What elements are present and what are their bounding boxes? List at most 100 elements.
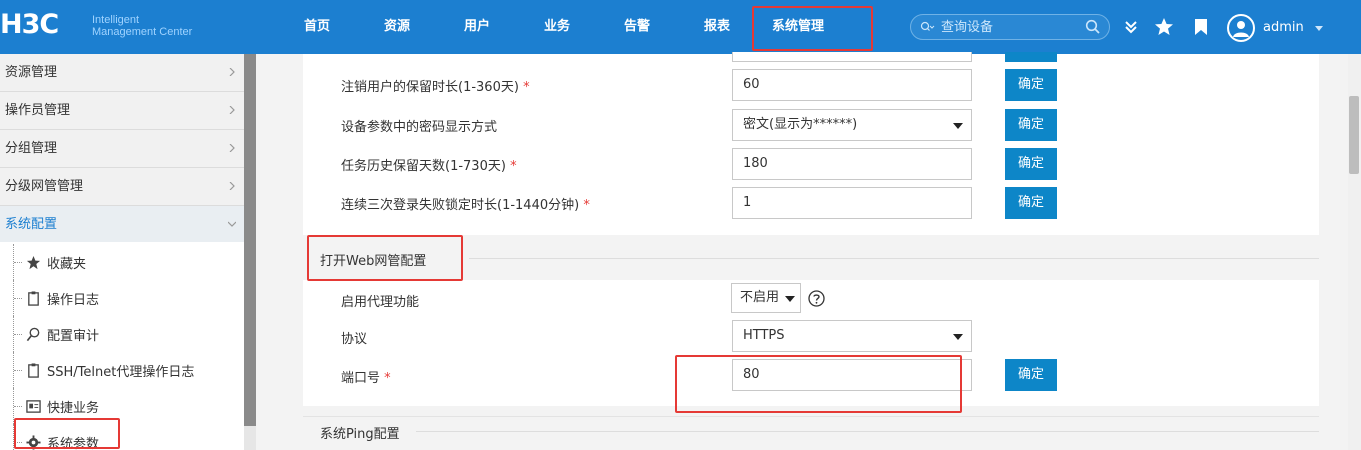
protocol-label: 协议 xyxy=(341,332,368,347)
section-divider xyxy=(469,258,1319,259)
partial-field-above[interactable] xyxy=(732,52,972,62)
section-divider xyxy=(416,431,1319,432)
sidebar-subitem-label: 配置审计 xyxy=(47,329,100,344)
sidebar-subitem-config-audit[interactable]: 配置审计 xyxy=(0,316,244,352)
enable-proxy-select[interactable]: 不启用 xyxy=(731,283,801,313)
nav-alarms[interactable]: 告警 xyxy=(623,0,651,54)
required-marker: * xyxy=(510,159,517,174)
main-scrollbar[interactable] xyxy=(1348,54,1361,450)
nav-home[interactable]: 首页 xyxy=(303,0,331,54)
protocol-value: HTTPS xyxy=(743,328,785,343)
lockout-duration-label-text: 连续三次登录失败锁定时长(1-1440分钟) xyxy=(341,198,580,213)
task-history-input[interactable]: 180 xyxy=(732,148,972,180)
sidebar-item-group-management[interactable]: 分组管理 xyxy=(0,130,244,168)
password-display-label: 设备参数中的密码显示方式 xyxy=(341,120,498,135)
logo-mark: H3C xyxy=(0,9,59,40)
retention-label-text: 注销用户的保留时长(1-360天) xyxy=(341,80,519,95)
tree-tick xyxy=(14,334,22,335)
logo-line-1: Intelligent xyxy=(92,14,140,26)
tree-tick xyxy=(14,370,22,371)
task-history-label-text: 任务历史保留天数(1-730天) xyxy=(341,159,506,174)
partial-confirm-button-above[interactable] xyxy=(1005,52,1057,62)
general-settings-panel: 注销用户的保留时长(1-360天) * 60 确定 设备参数中的密码显示方式 密… xyxy=(303,52,1319,235)
task-history-label: 任务历史保留天数(1-730天) * xyxy=(341,155,517,174)
audit-search-icon xyxy=(26,327,40,342)
sidebar-item-hierarchical-nms[interactable]: 分级网管管理 xyxy=(0,168,244,206)
task-history-confirm-button[interactable]: 确定 xyxy=(1005,148,1057,180)
ping-section xyxy=(303,416,1319,450)
help-icon[interactable] xyxy=(808,290,825,307)
logo-line-2: Management Center xyxy=(92,26,193,38)
sidebar-scrollbar[interactable] xyxy=(244,54,256,450)
dropdown-caret-icon xyxy=(953,123,963,129)
tree-tick xyxy=(14,406,22,407)
chevron-right-icon xyxy=(229,182,235,190)
sidebar: 资源管理 操作员管理 分组管理 分级网管管理 系统配置 收藏夹 操作日志 配置审… xyxy=(0,54,244,450)
lockout-duration-input[interactable]: 1 xyxy=(732,187,972,219)
sidebar-subitem-favorites[interactable]: 收藏夹 xyxy=(0,244,244,280)
sidebar-item-label: 分级网管管理 xyxy=(5,179,84,194)
chevron-double-down-icon[interactable] xyxy=(1121,17,1141,37)
highlight-port-field xyxy=(675,355,962,413)
sidebar-subitem-label: 快捷业务 xyxy=(47,401,100,416)
chevron-right-icon xyxy=(229,106,235,114)
sidebar-item-label: 分组管理 xyxy=(5,141,58,156)
password-display-select[interactable]: 密文(显示为******) xyxy=(732,109,972,141)
port-confirm-button[interactable]: 确定 xyxy=(1005,359,1057,391)
username: admin xyxy=(1263,20,1304,35)
star-icon xyxy=(26,255,41,270)
sidebar-subitem-label: 收藏夹 xyxy=(47,257,87,272)
nav-resources[interactable]: 资源 xyxy=(383,0,411,54)
id-card-icon xyxy=(26,400,41,413)
sidebar-subitem-operation-log[interactable]: 操作日志 xyxy=(0,280,244,316)
enable-proxy-label: 启用代理功能 xyxy=(341,295,420,310)
bookmark-icon[interactable] xyxy=(1191,17,1211,37)
sidebar-item-label: 资源管理 xyxy=(5,65,58,80)
enable-proxy-value: 不启用 xyxy=(740,290,780,305)
chevron-down-icon xyxy=(228,221,236,227)
required-marker: * xyxy=(384,371,391,386)
top-header: H3C Intelligent Management Center 首页 资源 … xyxy=(0,0,1361,54)
highlight-system-parameters xyxy=(14,418,120,449)
retention-confirm-button[interactable]: 确定 xyxy=(1005,69,1057,101)
star-icon[interactable] xyxy=(1154,17,1174,37)
sidebar-item-operator-management[interactable]: 操作员管理 xyxy=(0,92,244,130)
search-scope-dropdown[interactable] xyxy=(919,15,935,49)
sidebar-subitem-ssh-telnet-log[interactable]: SSH/Telnet代理操作日志 xyxy=(0,352,244,388)
lockout-duration-label: 连续三次登录失败锁定时长(1-1440分钟) * xyxy=(341,194,590,213)
protocol-select[interactable]: HTTPS xyxy=(732,320,972,352)
chevron-down-icon xyxy=(1315,26,1323,31)
lockout-duration-confirm-button[interactable]: 确定 xyxy=(1005,187,1057,219)
required-marker: * xyxy=(523,80,530,95)
device-search-input[interactable] xyxy=(941,17,1081,37)
sidebar-item-system-config[interactable]: 系统配置 xyxy=(0,206,244,244)
port-label: 端口号 * xyxy=(341,367,391,386)
tree-tick xyxy=(14,298,22,299)
chevron-right-icon xyxy=(229,144,235,152)
device-search xyxy=(910,14,1110,40)
highlight-nav-system xyxy=(752,6,873,51)
sidebar-item-label: 系统配置 xyxy=(5,217,58,232)
dropdown-caret-icon xyxy=(785,296,795,302)
clipboard-icon xyxy=(28,291,39,306)
main-scrollbar-thumb[interactable] xyxy=(1349,96,1359,174)
nav-services[interactable]: 业务 xyxy=(543,0,571,54)
port-label-text: 端口号 xyxy=(341,371,381,386)
sidebar-scrollbar-thumb[interactable] xyxy=(244,54,256,426)
user-avatar-icon xyxy=(1227,14,1255,42)
password-display-confirm-button[interactable]: 确定 xyxy=(1005,109,1057,141)
retention-input[interactable]: 60 xyxy=(732,69,972,101)
search-scope-icon xyxy=(920,21,935,31)
tree-tick xyxy=(14,262,22,263)
sidebar-subitem-label: 操作日志 xyxy=(47,293,100,308)
nav-reports[interactable]: 报表 xyxy=(703,0,731,54)
search-icon[interactable] xyxy=(1085,19,1101,35)
highlight-web-proxy-title xyxy=(307,235,463,281)
sidebar-subitem-label: SSH/Telnet代理操作日志 xyxy=(47,365,195,380)
required-marker: * xyxy=(583,198,590,213)
logo-text: Intelligent Management Center xyxy=(92,14,232,38)
password-display-value: 密文(显示为******) xyxy=(743,117,858,132)
ping-section-title: 系统Ping配置 xyxy=(320,427,400,442)
nav-users[interactable]: 用户 xyxy=(463,0,491,54)
sidebar-item-resource-management[interactable]: 资源管理 xyxy=(0,54,244,92)
